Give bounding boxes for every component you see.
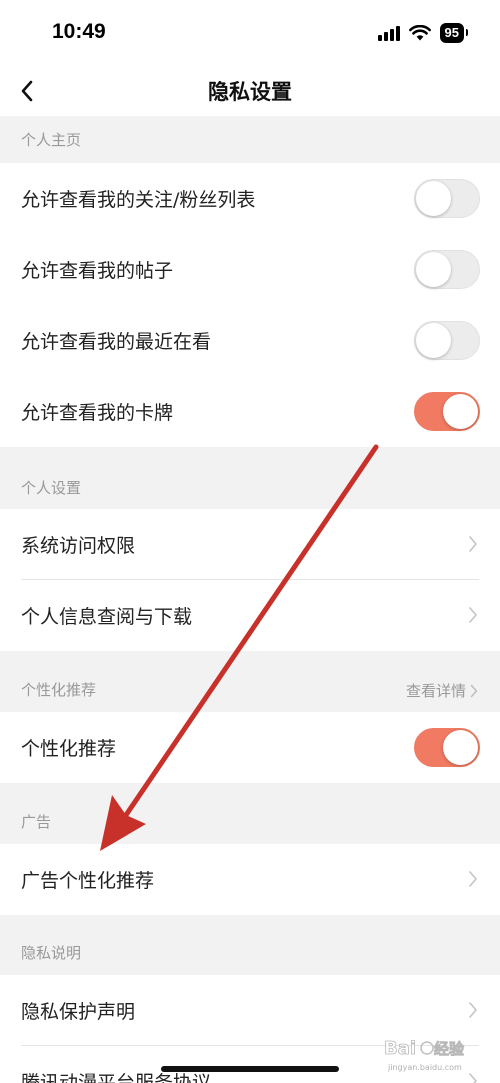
toggle-knob (416, 181, 451, 216)
section-title: 个性化推荐 (21, 681, 97, 699)
view-details-link[interactable]: 查看详情 (406, 680, 478, 701)
status-bar: 10:49 95 (0, 0, 500, 66)
section-title: 个人主页 (21, 131, 82, 149)
row-label: 允许查看我的帖子 (21, 260, 174, 282)
row-follow-list: 允许查看我的关注/粉丝列表 (0, 163, 500, 234)
watermark-brand-text: Bai (384, 1038, 416, 1059)
row-label: 广告个性化推荐 (21, 870, 155, 892)
toggle-posts[interactable] (414, 250, 480, 289)
section-title: 广告 (21, 813, 52, 831)
cellular-signal-icon (377, 25, 400, 41)
row-label: 隐私保护声明 (21, 1001, 136, 1023)
toggle-cards[interactable] (414, 392, 480, 431)
chevron-right-icon (469, 607, 477, 623)
chevron-right-icon (470, 684, 478, 697)
status-time: 10:49 (52, 20, 106, 43)
section-title: 个人设置 (21, 479, 82, 497)
row-label: 允许查看我的关注/粉丝列表 (21, 189, 256, 211)
section-header-recommend: 个性化推荐 查看详情 (0, 651, 500, 712)
toggle-knob (443, 730, 478, 765)
toggle-knob (416, 252, 451, 287)
row-system-permissions[interactable]: 系统访问权限 (0, 509, 500, 580)
section-header-ads: 广告 (0, 783, 500, 844)
row-label: 系统访问权限 (21, 535, 136, 557)
section-title: 隐私说明 (21, 944, 82, 962)
chevron-right-icon (469, 1002, 477, 1018)
watermark-suffix-text: 经验 (434, 1040, 465, 1058)
section-header-profile: 个人主页 (0, 116, 500, 163)
chevron-right-icon (469, 871, 477, 887)
toggle-knob (443, 394, 478, 429)
section-header-settings: 个人设置 (0, 451, 500, 509)
page-title: 隐私设置 (208, 80, 292, 104)
baidu-jingyan-watermark: Bai 经验 jingyan.baidu.com (384, 1038, 466, 1072)
row-personal-info[interactable]: 个人信息查阅与下载 (0, 580, 500, 651)
battery-icon: 95 (439, 23, 469, 43)
toggle-personalized[interactable] (414, 728, 480, 767)
toggle-follow-list[interactable] (414, 179, 480, 218)
row-recent: 允许查看我的最近在看 (0, 305, 500, 376)
row-posts: 允许查看我的帖子 (0, 234, 500, 305)
nav-bar: 隐私设置 (0, 66, 500, 116)
wifi-icon (408, 25, 431, 41)
home-indicator (161, 1066, 339, 1072)
chevron-right-icon (469, 536, 477, 552)
view-details-label: 查看详情 (405, 682, 466, 700)
toggle-recent[interactable] (414, 321, 480, 360)
watermark-url-text: jingyan.baidu.com (387, 1063, 462, 1072)
row-cards: 允许查看我的卡牌 (0, 376, 500, 447)
row-label: 个人信息查阅与下载 (21, 606, 193, 628)
row-label: 个性化推荐 (21, 738, 117, 760)
section-header-privacy: 隐私说明 (0, 915, 500, 975)
toggle-knob (416, 323, 451, 358)
status-icons: 95 (377, 22, 469, 44)
row-personalized: 个性化推荐 (0, 712, 500, 783)
row-label: 允许查看我的最近在看 (21, 331, 212, 353)
row-label: 允许查看我的卡牌 (21, 402, 174, 424)
row-ad-personalized[interactable]: 广告个性化推荐 (0, 844, 500, 915)
